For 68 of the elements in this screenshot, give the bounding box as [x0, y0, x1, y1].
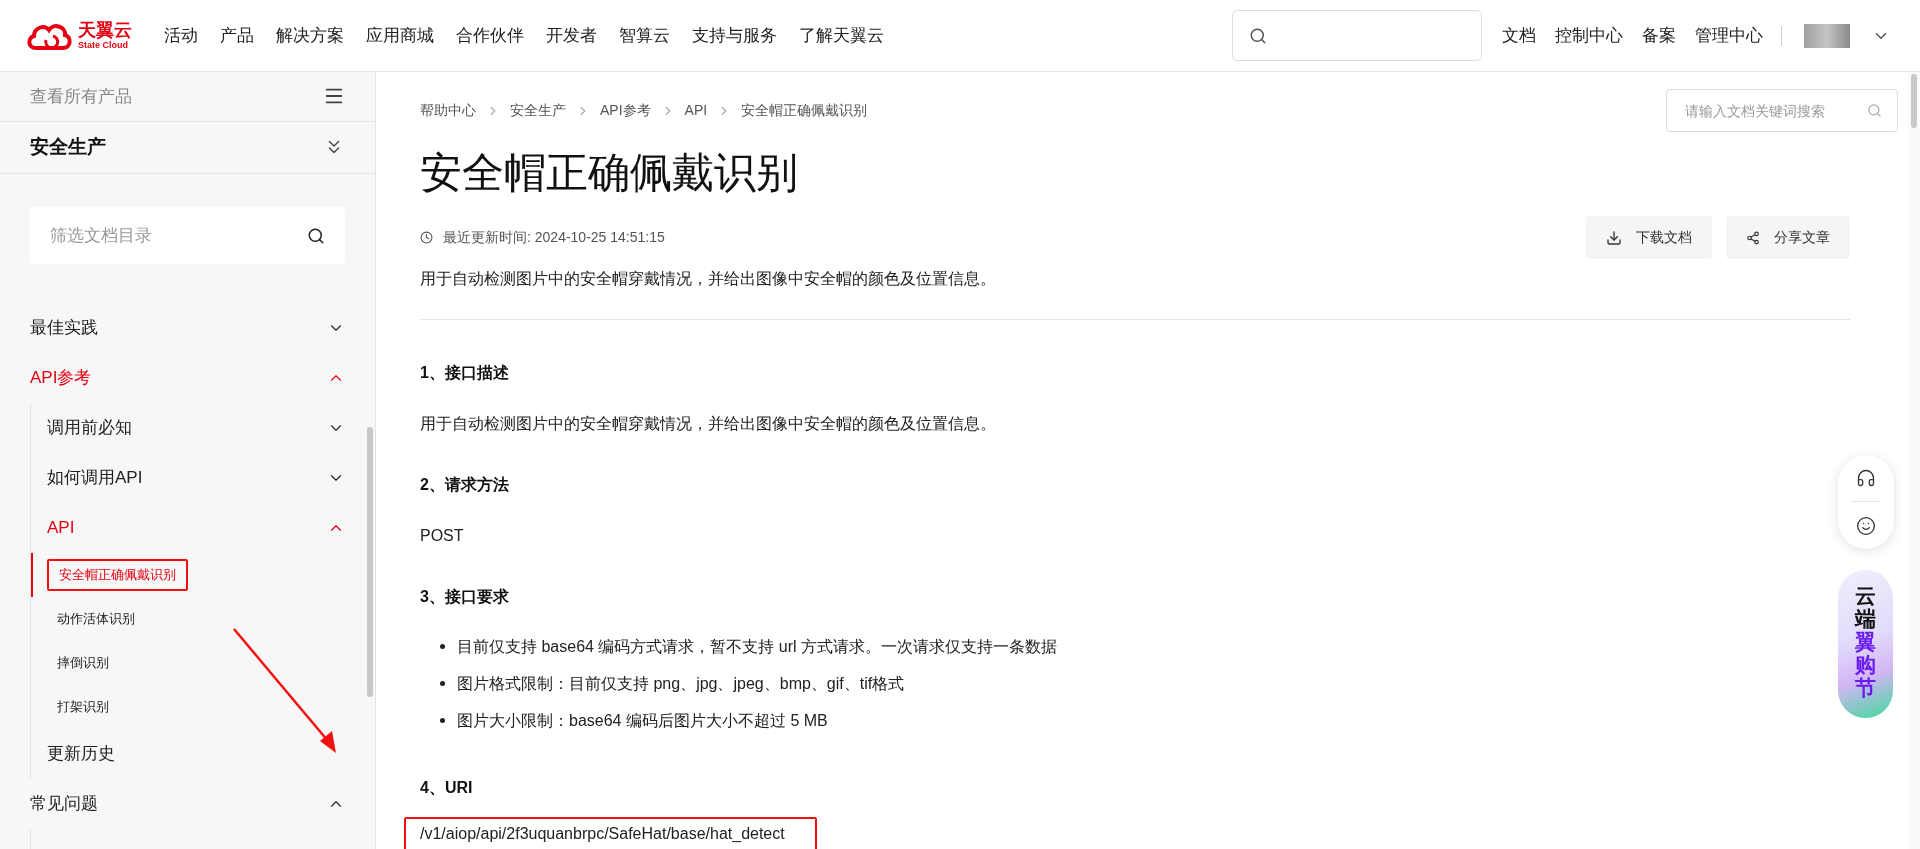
- share-button[interactable]: 分享文章: [1726, 216, 1850, 259]
- filter-field[interactable]: 筛选文档目录: [30, 207, 345, 264]
- nav-link[interactable]: 活动: [164, 22, 198, 49]
- sidebar-item[interactable]: 最佳实践: [0, 303, 375, 353]
- breadcrumb-link[interactable]: API参考: [600, 100, 651, 121]
- avatar-placeholder[interactable]: [1804, 23, 1850, 48]
- bullet-icon: [440, 681, 445, 686]
- section-heading: 3、接口要求: [420, 587, 510, 607]
- nav-link[interactable]: 应用商城: [366, 22, 434, 49]
- smile-icon[interactable]: [1856, 516, 1876, 537]
- section-text: POST: [420, 526, 465, 546]
- clock-icon: [420, 231, 433, 244]
- update-time: 最近更新时间: 2024-10-25 14:51:15: [443, 228, 665, 247]
- scrollbar-thumb[interactable]: [367, 427, 373, 697]
- scrollbar-thumb[interactable]: [1911, 74, 1917, 128]
- download-button[interactable]: 下载文档: [1586, 216, 1712, 259]
- uri-text: /v1/aiop/api/2f3uquanbrpc/SafeHat/base/hat_detect: [404, 817, 817, 849]
- search-icon: [307, 227, 325, 245]
- header-link[interactable]: 管理中心: [1695, 22, 1763, 49]
- nav-link[interactable]: 产品: [220, 22, 254, 49]
- sidebar-item[interactable]: 摔倒识别: [45, 647, 121, 679]
- list-item-text: 图片格式限制：目前仅支持 png、jpg、jpeg、bmp、gif、tif格式: [457, 673, 905, 694]
- sidebar-item[interactable]: 安全帽正确佩戴识别: [47, 559, 188, 591]
- search-icon: [1249, 26, 1267, 45]
- sidebar-item[interactable]: API参考: [0, 353, 375, 403]
- nav-link[interactable]: 智算云: [619, 22, 670, 49]
- summary-text: 用于自动检测图片中的安全帽穿戴情况，并给出图像中安全帽的颜色及位置信息。: [420, 269, 997, 289]
- logo-name: 天翼云: [78, 21, 132, 39]
- breadcrumb-link[interactable]: 安全帽正确佩戴识别: [741, 100, 868, 121]
- product-title: 安全生产: [30, 135, 106, 160]
- list-item-text: 目前仅支持 base64 编码方式请求，暂不支持 url 方式请求。一次请求仅支持一条数据: [457, 636, 1058, 657]
- header-link[interactable]: 控制中心: [1555, 22, 1623, 49]
- sidebar-item[interactable]: 动作活体识别: [45, 603, 147, 635]
- nav-link[interactable]: 支持与服务: [692, 22, 777, 49]
- promo-banner[interactable]: 云端 翼购节: [1838, 570, 1893, 718]
- section-heading: 2、请求方法: [420, 475, 510, 495]
- logo[interactable]: 天翼云 State Cloud: [26, 19, 132, 52]
- header-link[interactable]: 文档: [1502, 22, 1536, 49]
- section-heading: 4、URI: [420, 778, 474, 798]
- list-item-text: 图片大小限制：base64 编码后图片大小不超过 5 MB: [457, 710, 828, 731]
- search-icon: [1867, 103, 1882, 118]
- search-field[interactable]: [1232, 10, 1482, 61]
- promo-text: 翼购节: [1855, 630, 1876, 700]
- sidebar-item[interactable]: 如何调用API: [31, 453, 375, 503]
- breadcrumb-link[interactable]: 帮助中心: [420, 100, 476, 121]
- breadcrumb-link[interactable]: 安全生产: [510, 100, 566, 121]
- nav-link[interactable]: 了解天翼云: [799, 22, 884, 49]
- bullet-icon: [440, 718, 445, 723]
- section-heading: 1、接口描述: [420, 363, 510, 383]
- nav-link[interactable]: 解决方案: [276, 22, 344, 49]
- nav-link[interactable]: 开发者: [546, 22, 597, 49]
- promo-text: 云端: [1855, 584, 1876, 631]
- logo-subtitle: State Cloud: [78, 41, 129, 50]
- bullet-icon: [440, 644, 445, 649]
- doc-search-field[interactable]: 请输入文档关键词搜索: [1666, 89, 1898, 132]
- sidebar-item[interactable]: 常见问题: [0, 779, 375, 829]
- download-icon: [1606, 229, 1622, 246]
- sidebar-item[interactable]: API: [31, 503, 375, 553]
- sidebar-item[interactable]: 打架识别: [45, 691, 121, 723]
- sidebar-item[interactable]: 调用前必知: [31, 403, 375, 453]
- nav-link[interactable]: 合作伙伴: [456, 22, 524, 49]
- headset-icon[interactable]: [1856, 467, 1876, 488]
- page-title: 安全帽正确佩戴识别: [420, 148, 799, 198]
- sidebar-item[interactable]: 更新历史: [31, 729, 375, 779]
- section-text: 用于自动检测图片中的安全帽穿戴情况，并给出图像中安全帽的颜色及位置信息。: [420, 414, 997, 434]
- breadcrumb-link[interactable]: API: [684, 100, 708, 121]
- share-icon: [1746, 230, 1760, 245]
- header-link[interactable]: 备案: [1642, 22, 1676, 49]
